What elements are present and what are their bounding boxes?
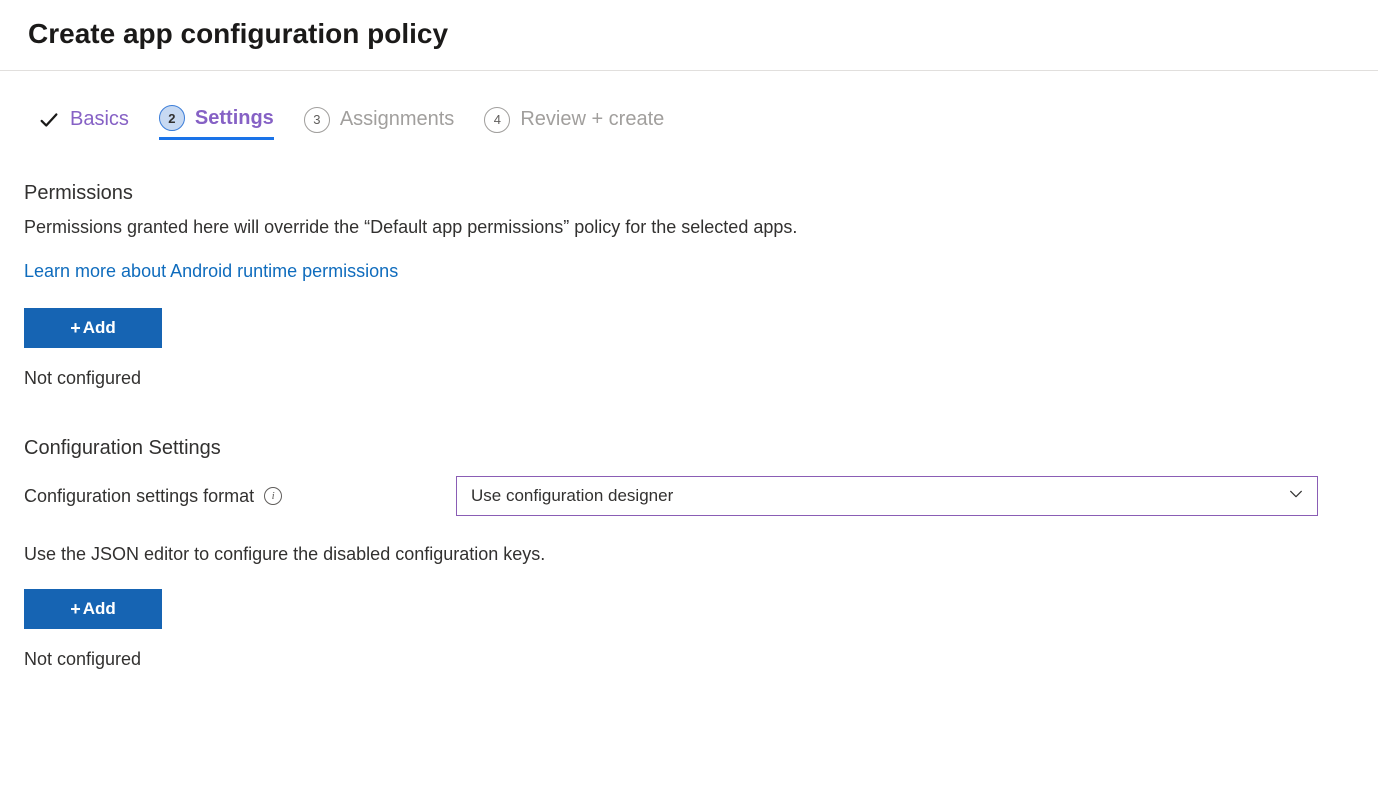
add-permissions-label: Add [83,318,116,338]
permissions-heading: Permissions [24,182,1354,205]
step-badge-4: 4 [484,107,510,133]
permissions-description: Permissions granted here will override t… [24,215,1354,239]
step-badge-3: 3 [304,107,330,133]
configuration-section: Configuration Settings Configuration set… [24,437,1354,670]
info-icon[interactable]: i [264,487,282,505]
plus-icon: + [70,599,81,620]
config-format-select[interactable]: Use configuration designer [456,476,1318,516]
tab-label-review: Review + create [520,108,664,131]
config-format-row: Configuration settings format i Use conf… [24,476,1354,516]
config-format-label-wrap: Configuration settings format i [24,486,444,507]
plus-icon: + [70,318,81,339]
tab-label-basics: Basics [70,108,129,131]
config-status: Not configured [24,649,1354,670]
page-title: Create app configuration policy [0,0,1378,70]
tab-basics[interactable]: Basics [38,108,129,137]
permissions-section: Permissions Permissions granted here wil… [24,182,1354,389]
permissions-status: Not configured [24,368,1354,389]
tab-settings[interactable]: 2 Settings [159,105,274,140]
add-permissions-button[interactable]: +Add [24,308,162,348]
checkmark-icon [38,109,60,131]
configuration-heading: Configuration Settings [24,437,1354,460]
config-format-label: Configuration settings format [24,486,254,507]
add-config-label: Add [83,599,116,619]
tab-review-create[interactable]: 4 Review + create [484,107,664,139]
config-format-select-wrap: Use configuration designer [456,476,1318,516]
tab-label-settings: Settings [195,107,274,130]
learn-more-link[interactable]: Learn more about Android runtime permiss… [24,261,398,282]
tab-assignments[interactable]: 3 Assignments [304,107,455,139]
tab-label-assignments: Assignments [340,108,455,131]
content-area: Basics 2 Settings 3 Assignments 4 Review… [0,71,1378,768]
wizard-tabs: Basics 2 Settings 3 Assignments 4 Review… [24,105,1354,140]
config-helper-text: Use the JSON editor to configure the dis… [24,544,1354,565]
add-config-button[interactable]: +Add [24,589,162,629]
step-badge-2: 2 [159,105,185,131]
